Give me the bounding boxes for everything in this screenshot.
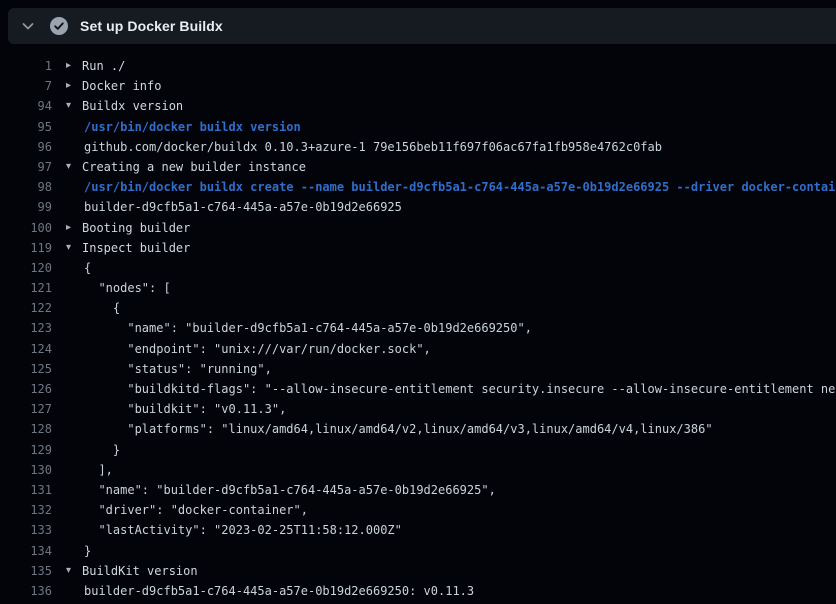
- log-line-text: Run ./: [82, 56, 125, 76]
- line-number[interactable]: 132: [0, 500, 52, 520]
- line-number[interactable]: 125: [0, 359, 52, 379]
- log-line: 125 "status": "running",: [0, 359, 836, 379]
- log-line[interactable]: 7 ▸ Docker info: [0, 76, 836, 96]
- log-line[interactable]: 1 ▸ Run ./: [0, 56, 836, 76]
- line-number[interactable]: 119: [0, 238, 52, 258]
- line-number[interactable]: 99: [0, 197, 52, 217]
- log-line: 120 {: [0, 258, 836, 278]
- log-line: 127 "buildkit": "v0.11.3",: [0, 399, 836, 419]
- line-number[interactable]: 128: [0, 419, 52, 439]
- log-line-text: Buildx version: [82, 96, 183, 116]
- log-line: 129 }: [0, 440, 836, 460]
- log-line-text: "name": "builder-d9cfb5a1-c764-445a-a57e…: [66, 480, 496, 500]
- log-line-text: Creating a new builder instance: [82, 157, 306, 177]
- triangle-down-icon[interactable]: ▾: [66, 561, 82, 581]
- log-line: 96 github.com/docker/buildx 0.10.3+azure…: [0, 137, 836, 157]
- log-line-text: ],: [66, 460, 113, 480]
- log-line-text: builder-d9cfb5a1-c764-445a-a57e-0b19d2e6…: [66, 581, 474, 601]
- log-line-text: }: [66, 541, 91, 561]
- log-line[interactable]: 94 ▾ Buildx version: [0, 96, 836, 116]
- check-circle-icon: [50, 17, 68, 35]
- line-number[interactable]: 127: [0, 399, 52, 419]
- log-line-text: Docker info: [82, 76, 161, 96]
- log-line-text: "name": "builder-d9cfb5a1-c764-445a-a57e…: [66, 318, 532, 338]
- line-number[interactable]: 135: [0, 561, 52, 581]
- log-line-text: /usr/bin/docker buildx version: [66, 117, 301, 137]
- triangle-right-icon[interactable]: ▸: [66, 218, 82, 238]
- line-number[interactable]: 1: [0, 56, 52, 76]
- log-line: 136 builder-d9cfb5a1-c764-445a-a57e-0b19…: [0, 581, 836, 601]
- line-number[interactable]: 124: [0, 339, 52, 359]
- line-number[interactable]: 7: [0, 76, 52, 96]
- log-line-text: "nodes": [: [66, 278, 171, 298]
- log-line: 128 "platforms": "linux/amd64,linux/amd6…: [0, 419, 836, 439]
- line-number[interactable]: 95: [0, 117, 52, 137]
- step-header[interactable]: Set up Docker Buildx: [8, 8, 836, 44]
- log-line-text: }: [66, 440, 120, 460]
- line-number[interactable]: 98: [0, 177, 52, 197]
- line-number[interactable]: 97: [0, 157, 52, 177]
- log-line-text: "endpoint": "unix:///var/run/docker.sock…: [66, 339, 431, 359]
- log-line-text: /usr/bin/docker buildx create --name bui…: [66, 177, 836, 197]
- line-number[interactable]: 129: [0, 440, 52, 460]
- log-line: 124 "endpoint": "unix:///var/run/docker.…: [0, 339, 836, 359]
- log-line: 133 "lastActivity": "2023-02-25T11:58:12…: [0, 520, 836, 540]
- log-line: 121 "nodes": [: [0, 278, 836, 298]
- line-number[interactable]: 136: [0, 581, 52, 601]
- triangle-right-icon[interactable]: ▸: [66, 76, 82, 96]
- log-line-text: "lastActivity": "2023-02-25T11:58:12.000…: [66, 520, 402, 540]
- log-line-text: "driver": "docker-container",: [66, 500, 308, 520]
- step-title: Set up Docker Buildx: [80, 18, 223, 34]
- log-line-text: "buildkit": "v0.11.3",: [66, 399, 286, 419]
- triangle-down-icon[interactable]: ▾: [66, 96, 82, 116]
- log-line-text: {: [66, 298, 120, 318]
- log-line: 134 }: [0, 541, 836, 561]
- triangle-right-icon[interactable]: ▸: [66, 56, 82, 76]
- line-number[interactable]: 126: [0, 379, 52, 399]
- log-line: 123 "name": "builder-d9cfb5a1-c764-445a-…: [0, 318, 836, 338]
- line-number[interactable]: 131: [0, 480, 52, 500]
- log-line-text: github.com/docker/buildx 0.10.3+azure-1 …: [66, 137, 662, 157]
- triangle-down-icon[interactable]: ▾: [66, 157, 82, 177]
- log-line: 126 "buildkitd-flags": "--allow-insecure…: [0, 379, 836, 399]
- log-line-text: "platforms": "linux/amd64,linux/amd64/v2…: [66, 419, 713, 439]
- log-line-text: builder-d9cfb5a1-c764-445a-a57e-0b19d2e6…: [66, 197, 402, 217]
- log-line: 122 {: [0, 298, 836, 318]
- log-line[interactable]: 135 ▾ BuildKit version: [0, 561, 836, 581]
- log-line-text: Booting builder: [82, 218, 190, 238]
- log-line-text: {: [66, 258, 91, 278]
- log-line-text: BuildKit version: [82, 561, 198, 581]
- line-number[interactable]: 121: [0, 278, 52, 298]
- line-number[interactable]: 133: [0, 520, 52, 540]
- log-line: 98 /usr/bin/docker buildx create --name …: [0, 177, 836, 197]
- line-number[interactable]: 134: [0, 541, 52, 561]
- chevron-down-icon[interactable]: [20, 18, 36, 34]
- log-line: 130 ],: [0, 460, 836, 480]
- log-line[interactable]: 100 ▸ Booting builder: [0, 218, 836, 238]
- line-number[interactable]: 96: [0, 137, 52, 157]
- line-number[interactable]: 120: [0, 258, 52, 278]
- line-number[interactable]: 100: [0, 218, 52, 238]
- log-line-text: "status": "running",: [66, 359, 272, 379]
- line-number[interactable]: 123: [0, 318, 52, 338]
- log-line-text: Inspect builder: [82, 238, 190, 258]
- log-line: 132 "driver": "docker-container",: [0, 500, 836, 520]
- line-number[interactable]: 94: [0, 96, 52, 116]
- log-container: 1 ▸ Run ./ 7 ▸ Docker info 94 ▾ Buildx v…: [0, 44, 836, 604]
- log-line: 95 /usr/bin/docker buildx version: [0, 117, 836, 137]
- line-number[interactable]: 122: [0, 298, 52, 318]
- log-line[interactable]: 97 ▾ Creating a new builder instance: [0, 157, 836, 177]
- log-line-text: "buildkitd-flags": "--allow-insecure-ent…: [66, 379, 836, 399]
- line-number[interactable]: 130: [0, 460, 52, 480]
- triangle-down-icon[interactable]: ▾: [66, 238, 82, 258]
- log-line: 131 "name": "builder-d9cfb5a1-c764-445a-…: [0, 480, 836, 500]
- log-line: 99 builder-d9cfb5a1-c764-445a-a57e-0b19d…: [0, 197, 836, 217]
- log-line[interactable]: 119 ▾ Inspect builder: [0, 238, 836, 258]
